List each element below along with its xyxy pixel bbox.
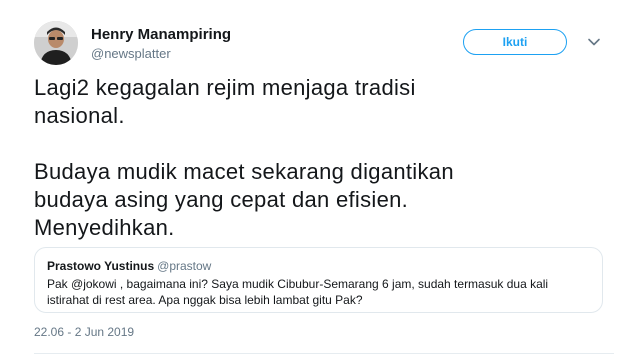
quoted-author-handle: @prastow: [157, 259, 212, 273]
author-display-name[interactable]: Henry Manampiring: [91, 26, 231, 44]
quoted-tweet[interactable]: Prastowo Yustinus @prastow Pak @jokowi , …: [34, 247, 603, 313]
quoted-author-name: Prastowo Yustinus: [47, 259, 155, 273]
tweet-text: Lagi2 kegagalan rejim menjaga tradisi na…: [34, 75, 454, 240]
avatar[interactable]: [34, 21, 78, 65]
quoted-tweet-text: Pak @jokowi , bagaimana ini? Saya mudik …: [47, 277, 549, 307]
follow-button[interactable]: Ikuti: [463, 29, 567, 55]
author-info: Henry Manampiring @newsplatter: [91, 26, 231, 62]
author-handle[interactable]: @newsplatter: [91, 45, 231, 62]
quoted-tweet-header: Prastowo Yustinus @prastow: [47, 259, 590, 274]
divider: [34, 353, 614, 354]
tweet-timestamp[interactable]: 22.06 - 2 Jun 2019: [34, 325, 134, 340]
avatar-image: [34, 21, 78, 65]
tweet-card: Henry Manampiring @newsplatter Ikuti Lag…: [0, 0, 640, 360]
chevron-down-icon[interactable]: [587, 35, 601, 49]
